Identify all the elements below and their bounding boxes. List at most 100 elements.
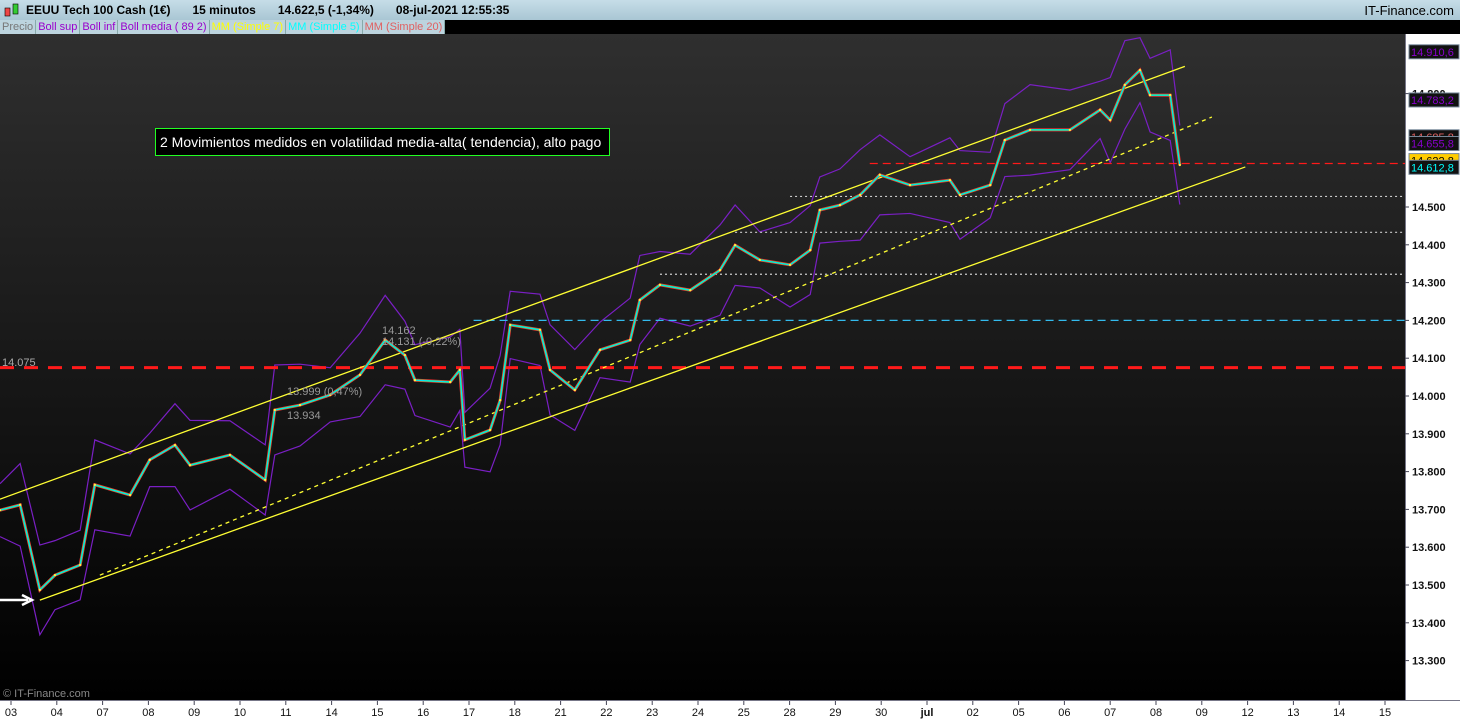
price-point — [638, 298, 642, 302]
price-point — [908, 183, 912, 187]
price-tag: 14.910,6 — [1411, 47, 1454, 59]
chart-note[interactable]: 2 Movimientos medidos en volatilidad med… — [155, 128, 610, 156]
x-tick-label: 28 — [783, 707, 795, 719]
price-point — [1123, 83, 1127, 87]
price-point — [629, 338, 632, 342]
x-tick-label: 15 — [1379, 707, 1391, 719]
y-tick-label: 14.100 — [1412, 353, 1446, 365]
price-point — [488, 428, 492, 432]
annotation-change: 14.131 (-0,22%) — [382, 336, 461, 348]
x-tick-label: 07 — [1104, 707, 1116, 719]
price-point — [788, 263, 792, 267]
price-point — [1168, 93, 1172, 97]
y-tick-label: 13.800 — [1412, 467, 1446, 479]
y-tick-label: 13.600 — [1412, 542, 1446, 554]
price-point — [1003, 138, 1007, 142]
price-tag: 14.655,8 — [1411, 138, 1454, 150]
y-tick-label: 14.000 — [1412, 391, 1446, 403]
price-point — [463, 438, 467, 442]
y-tick-label: 14.400 — [1412, 240, 1446, 252]
price-point — [509, 323, 512, 327]
price-point — [733, 243, 737, 247]
price-point — [458, 368, 462, 372]
price-point — [148, 458, 151, 462]
x-tick-label: 08 — [1150, 707, 1162, 719]
y-tick-label: 13.700 — [1412, 504, 1446, 516]
x-tick-label: 08 — [142, 707, 154, 719]
price-point — [718, 268, 722, 272]
price-point — [878, 173, 882, 177]
price-point — [53, 573, 57, 577]
price-point — [173, 443, 177, 447]
x-tick-label: 16 — [417, 707, 429, 719]
price-point — [413, 378, 417, 382]
channel-middle — [99, 116, 1213, 576]
price-point — [818, 208, 822, 212]
price-point — [1148, 93, 1152, 97]
x-tick-label: 18 — [509, 707, 521, 719]
x-tick-label: jul — [920, 707, 934, 719]
copyright: © IT-Finance.com — [3, 688, 90, 700]
price-point — [1068, 128, 1072, 132]
level-label: 14.075 — [2, 357, 36, 369]
x-tick-label: 21 — [554, 707, 566, 719]
x-tick-label: 04 — [51, 707, 63, 719]
price-point — [403, 353, 407, 357]
price-point — [358, 373, 362, 377]
x-tick-label: 17 — [463, 707, 475, 719]
price-point — [573, 388, 576, 392]
price-tag: 14.783,2 — [1411, 95, 1454, 107]
price-point — [298, 403, 302, 407]
price-point — [498, 398, 502, 402]
price-point — [548, 368, 552, 372]
price-point — [598, 348, 602, 352]
x-tick-label: 24 — [692, 707, 704, 719]
price-point — [658, 283, 662, 287]
y-tick-label: 13.500 — [1412, 580, 1446, 592]
price-point — [188, 463, 192, 467]
price-point — [1028, 128, 1032, 132]
x-tick-label: 30 — [875, 707, 887, 719]
y-tick-label: 13.900 — [1412, 429, 1446, 441]
channel-lower — [39, 166, 1246, 601]
price-point — [128, 493, 132, 497]
annotation-change: 13.999 (0,47%) — [287, 386, 363, 398]
price-point — [38, 588, 42, 592]
x-tick-label: 03 — [5, 707, 17, 719]
y-tick-label: 13.300 — [1412, 656, 1446, 668]
x-tick-label: 12 — [1241, 707, 1253, 719]
y-tick-label: 14.300 — [1412, 278, 1446, 290]
arrow-marker — [0, 593, 35, 607]
x-tick-label: 05 — [1012, 707, 1024, 719]
bollinger-band-up — [0, 37, 1181, 546]
x-tick-label: 13 — [1287, 707, 1299, 719]
x-tick-label: 09 — [1196, 707, 1208, 719]
x-tick-label: 07 — [96, 707, 108, 719]
price-point — [93, 483, 97, 487]
x-tick-label: 23 — [646, 707, 658, 719]
x-tick-label: 25 — [738, 707, 750, 719]
price-point — [538, 328, 542, 332]
price-point — [1109, 118, 1112, 122]
price-point — [838, 203, 842, 207]
x-tick-label: 14 — [1333, 707, 1345, 719]
x-tick-label: 10 — [234, 707, 246, 719]
price-point — [1178, 163, 1182, 167]
price-point — [948, 178, 952, 182]
price-point — [858, 193, 862, 197]
y-tick-label: 14.200 — [1412, 315, 1446, 327]
price-point — [228, 453, 232, 457]
price-point — [689, 288, 692, 292]
x-tick-label: 15 — [371, 707, 383, 719]
price-point — [1098, 108, 1102, 112]
price-point — [78, 563, 82, 567]
price-point — [958, 193, 962, 197]
price-point — [273, 408, 277, 412]
x-tick-label: 14 — [325, 707, 337, 719]
x-tick-label: 09 — [188, 707, 200, 719]
x-tick-label: 06 — [1058, 707, 1070, 719]
x-tick-label: 11 — [280, 707, 291, 719]
price-point — [809, 248, 812, 252]
annotation-low: 13.934 — [287, 410, 321, 422]
chart-svg: 13.300 13.400 13.500 13.600 13.700 13.800 13.9… — [0, 37, 1460, 719]
